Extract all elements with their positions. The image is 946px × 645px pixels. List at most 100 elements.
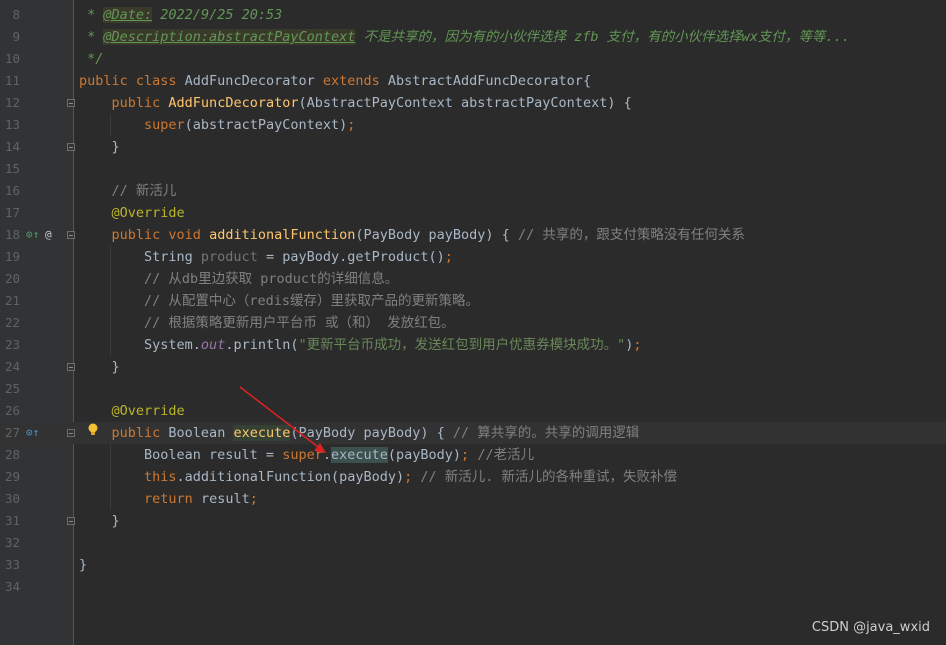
code-text[interactable]: Boolean result = super.execute(payBody);… bbox=[79, 444, 534, 466]
code-line[interactable]: 29 this.additionalFunction(payBody); // … bbox=[0, 466, 946, 488]
code-text[interactable]: System.out.println("更新平台币成功，发送红包到用户优惠券模块… bbox=[79, 334, 642, 356]
code-token: } bbox=[79, 557, 88, 573]
watermark: CSDN @java_wxid bbox=[811, 620, 930, 635]
code-token: extends bbox=[322, 73, 388, 89]
override-marker-icon[interactable]: ⊙↑ bbox=[26, 422, 39, 444]
code-text[interactable]: public void additionalFunction(PayBody p… bbox=[79, 224, 745, 246]
code-line[interactable]: 10 */ bbox=[0, 48, 946, 70]
code-text[interactable]: } bbox=[79, 136, 120, 158]
code-line[interactable]: 30 return result; bbox=[0, 488, 946, 510]
line-number: 22 bbox=[4, 315, 20, 330]
code-token: super bbox=[282, 447, 323, 463]
fold-marker-icon[interactable] bbox=[67, 143, 75, 151]
code-token: . bbox=[322, 447, 331, 463]
code-line[interactable]: 31 } bbox=[0, 510, 946, 532]
code-line[interactable]: 16 // 新活儿 bbox=[0, 180, 946, 202]
code-text[interactable]: super(abstractPayContext); bbox=[79, 114, 355, 136]
code-line[interactable]: 17 @Override bbox=[0, 202, 946, 224]
code-token: ; bbox=[404, 469, 421, 485]
code-token: public bbox=[111, 425, 169, 441]
at-annotation-icon[interactable]: @ bbox=[45, 224, 52, 246]
code-line[interactable]: 15 bbox=[0, 158, 946, 180]
line-number: 31 bbox=[4, 513, 20, 528]
fold-marker-icon[interactable] bbox=[67, 429, 75, 437]
line-number: 8 bbox=[12, 7, 20, 22]
code-line[interactable]: 22 // 根据策略更新用户平台币 或（和） 发放红包。 bbox=[0, 312, 946, 334]
code-text[interactable]: } bbox=[79, 510, 120, 532]
code-text[interactable]: // 新活儿 bbox=[79, 180, 177, 202]
fold-marker-icon[interactable] bbox=[67, 99, 75, 107]
code-line[interactable]: 25 bbox=[0, 378, 946, 400]
code-token: (PayBody payBody) { bbox=[290, 425, 453, 441]
code-token: * bbox=[79, 29, 104, 45]
code-token: // 新活儿 bbox=[111, 183, 177, 199]
code-text[interactable]: this.additionalFunction(payBody); // 新活儿… bbox=[79, 466, 677, 488]
code-token: // 从配置中心（redis缓存）里获取产品的更新策略。 bbox=[144, 293, 480, 309]
code-line[interactable]: 24 } bbox=[0, 356, 946, 378]
line-number: 11 bbox=[4, 73, 20, 88]
code-text[interactable]: } bbox=[79, 356, 120, 378]
line-number: 15 bbox=[4, 161, 20, 176]
code-line[interactable]: 27 public Boolean execute(PayBody payBod… bbox=[0, 422, 946, 444]
code-line[interactable]: 20 // 从db里边获取 product的详细信息。 bbox=[0, 268, 946, 290]
code-token: // 新活儿. 新活儿的各种重试，失败补偿 bbox=[420, 469, 678, 485]
override-marker-icon[interactable]: ⊙↑ bbox=[26, 224, 39, 246]
code-line[interactable]: 18 public void additionalFunction(PayBod… bbox=[0, 224, 946, 246]
fold-marker-icon[interactable] bbox=[67, 363, 75, 371]
code-text[interactable]: } bbox=[79, 554, 87, 576]
code-token: } bbox=[79, 359, 120, 375]
code-token: "更新平台币成功，发送红包到用户优惠券模块成功。" bbox=[298, 337, 626, 353]
line-number: 24 bbox=[4, 359, 20, 374]
code-text[interactable]: public AddFuncDecorator(AbstractPayConte… bbox=[79, 92, 632, 114]
line-number: 32 bbox=[4, 535, 20, 550]
code-text[interactable]: public Boolean execute(PayBody payBody) … bbox=[79, 422, 639, 444]
code-line[interactable]: 21 // 从配置中心（redis缓存）里获取产品的更新策略。 bbox=[0, 290, 946, 312]
code-text[interactable]: return result; bbox=[79, 488, 258, 510]
line-number: 27 bbox=[4, 425, 20, 440]
code-text[interactable]: String product = payBody.getProduct(); bbox=[79, 246, 453, 268]
code-line[interactable]: 34 bbox=[0, 576, 946, 598]
code-token: (payBody) bbox=[387, 447, 462, 463]
code-text[interactable]: * @Description:abstractPayContext 不是共享的，… bbox=[79, 26, 850, 48]
code-line[interactable]: 19 String product = payBody.getProduct()… bbox=[0, 246, 946, 268]
code-text[interactable]: public class AddFuncDecorator extends Ab… bbox=[79, 70, 591, 92]
code-line[interactable]: 9 * @Description:abstractPayContext 不是共享… bbox=[0, 26, 946, 48]
code-line[interactable]: 12 public AddFuncDecorator(AbstractPayCo… bbox=[0, 92, 946, 114]
code-line[interactable]: 33} bbox=[0, 554, 946, 576]
fold-marker-icon[interactable] bbox=[67, 517, 75, 525]
code-token: (AbstractPayContext abstractPayContext) … bbox=[298, 95, 632, 111]
lightbulb-icon[interactable] bbox=[87, 423, 99, 437]
code-token: Boolean bbox=[168, 425, 234, 441]
code-line[interactable]: 23 System.out.println("更新平台币成功，发送红包到用户优惠… bbox=[0, 334, 946, 356]
code-text[interactable]: * @Date: 2022/9/25 20:53 bbox=[79, 4, 282, 26]
code-text[interactable]: // 从配置中心（redis缓存）里获取产品的更新策略。 bbox=[79, 290, 479, 312]
line-number: 25 bbox=[4, 381, 20, 396]
code-token: @Date: bbox=[103, 7, 153, 23]
code-line[interactable]: 8 * @Date: 2022/9/25 20:53 bbox=[0, 4, 946, 26]
code-token: 不是共享的，因为有的小伙伴选择 zfb 支付，有的小伙伴选择wx支付，等等... bbox=[355, 29, 850, 45]
code-token: //老活儿 bbox=[477, 447, 535, 463]
code-line[interactable]: 13 super(abstractPayContext); bbox=[0, 114, 946, 136]
code-token: // 共享的，跟支付策略没有任何关系 bbox=[517, 227, 745, 243]
code-token: public bbox=[111, 95, 169, 111]
code-text[interactable]: @Override bbox=[79, 202, 185, 224]
code-text[interactable]: @Override bbox=[79, 400, 185, 422]
code-text[interactable]: // 根据策略更新用户平台币 或（和） 发放红包。 bbox=[79, 312, 455, 334]
code-text[interactable]: */ bbox=[79, 48, 103, 70]
code-token: ; bbox=[249, 491, 258, 507]
code-token: execute bbox=[330, 447, 388, 463]
line-number: 18 bbox=[4, 227, 20, 242]
line-number: 26 bbox=[4, 403, 20, 418]
code-token: additionalFunction bbox=[209, 227, 356, 243]
code-line[interactable]: 11 public class AddFuncDecorator extends … bbox=[0, 70, 946, 92]
code-token: } bbox=[79, 513, 120, 529]
code-line[interactable]: 28 Boolean result = super.execute(payBod… bbox=[0, 444, 946, 466]
code-text[interactable]: // 从db里边获取 product的详细信息。 bbox=[79, 268, 398, 290]
code-line[interactable]: 26 @Override bbox=[0, 400, 946, 422]
fold-marker-icon[interactable] bbox=[67, 231, 75, 239]
code-line[interactable]: 32 bbox=[0, 532, 946, 554]
code-line[interactable]: 14 } bbox=[0, 136, 946, 158]
